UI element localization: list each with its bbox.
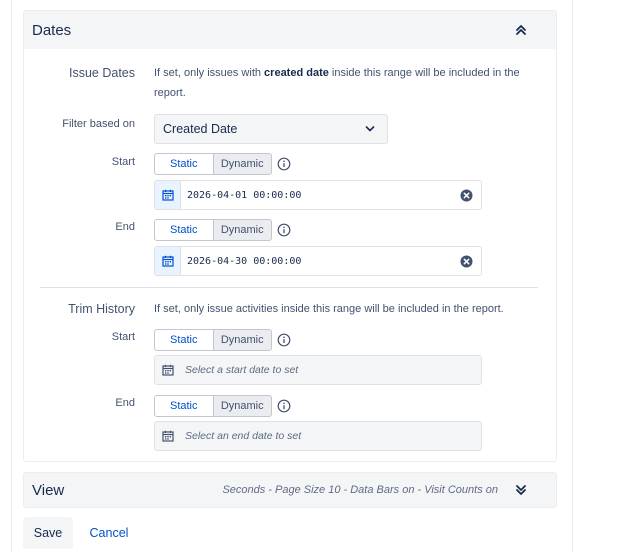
- issue-start-label: Start: [111, 156, 135, 168]
- info-icon[interactable]: [277, 223, 291, 237]
- cancel-button[interactable]: Cancel: [82, 517, 136, 549]
- trim-start-static-option[interactable]: Static: [155, 330, 214, 350]
- trim-start-label: Start: [111, 331, 135, 343]
- chevron-down-icon: [365, 126, 375, 132]
- trim-start-dynamic-option[interactable]: Dynamic: [214, 330, 272, 350]
- trim-history-label: Trim History: [68, 302, 135, 316]
- left-divider: [11, 0, 12, 552]
- trim-end-date-placeholder: Select an end date to set: [185, 430, 302, 442]
- trim-start-date-placeholder: Select a start date to set: [185, 364, 299, 376]
- issue-dates-description: If set, only issues with created date in…: [154, 67, 520, 99]
- info-icon[interactable]: [277, 157, 291, 171]
- view-panel: View Seconds - Page Size 10 - Data Bars …: [23, 472, 557, 508]
- clear-icon[interactable]: [460, 255, 473, 268]
- info-icon[interactable]: [277, 333, 291, 347]
- view-panel-title: View: [32, 481, 65, 499]
- issue-end-date-value: 2026-04-30 00:00:00: [187, 255, 302, 267]
- trim-end-static-option[interactable]: Static: [155, 396, 214, 416]
- issue-end-static-option[interactable]: Static: [155, 220, 214, 240]
- issue-start-date-value: 2026-04-01 00:00:00: [187, 189, 302, 201]
- view-summary: Seconds - Page Size 10 - Data Bars on - …: [222, 484, 498, 496]
- section-divider: [40, 287, 538, 288]
- issue-start-dynamic-option[interactable]: Dynamic: [214, 154, 272, 174]
- filter-based-on-value: Created Date: [163, 122, 238, 136]
- issue-dates-label: Issue Dates: [68, 66, 135, 80]
- filter-based-on-label: Filter based on: [62, 118, 135, 130]
- calendar-icon[interactable]: [155, 422, 181, 450]
- issue-start-date-input[interactable]: 2026-04-01 00:00:00: [154, 180, 482, 210]
- issue-end-mode-toggle: Static Dynamic: [154, 219, 272, 241]
- dates-panel-header[interactable]: Dates: [24, 11, 556, 49]
- issue-start-static-option[interactable]: Static: [155, 154, 214, 174]
- chevrons-up-icon[interactable]: [514, 22, 528, 38]
- calendar-icon[interactable]: [155, 247, 181, 275]
- trim-end-dynamic-option[interactable]: Dynamic: [214, 396, 272, 416]
- trim-end-date-input[interactable]: Select an end date to set: [154, 421, 482, 451]
- save-button[interactable]: Save: [23, 517, 73, 549]
- trim-start-mode-toggle: Static Dynamic: [154, 329, 272, 351]
- right-divider: [572, 0, 573, 552]
- info-icon[interactable]: [277, 399, 291, 413]
- dates-panel-title: Dates: [32, 21, 72, 39]
- filter-based-on-select[interactable]: Created Date: [154, 114, 388, 144]
- issue-end-dynamic-option[interactable]: Dynamic: [214, 220, 272, 240]
- trim-start-date-input[interactable]: Select a start date to set: [154, 355, 482, 385]
- issue-end-date-input[interactable]: 2026-04-30 00:00:00: [154, 246, 482, 276]
- calendar-icon[interactable]: [155, 181, 181, 209]
- trim-history-description: If set, only issue activities inside thi…: [154, 303, 504, 315]
- issue-start-mode-toggle: Static Dynamic: [154, 153, 272, 175]
- trim-end-mode-toggle: Static Dynamic: [154, 395, 272, 417]
- clear-icon[interactable]: [460, 189, 473, 202]
- chevrons-down-icon[interactable]: [514, 482, 528, 498]
- view-panel-header[interactable]: View Seconds - Page Size 10 - Data Bars …: [24, 473, 556, 507]
- issue-end-label: End: [115, 221, 135, 233]
- calendar-icon[interactable]: [155, 356, 181, 384]
- trim-end-label: End: [115, 397, 135, 409]
